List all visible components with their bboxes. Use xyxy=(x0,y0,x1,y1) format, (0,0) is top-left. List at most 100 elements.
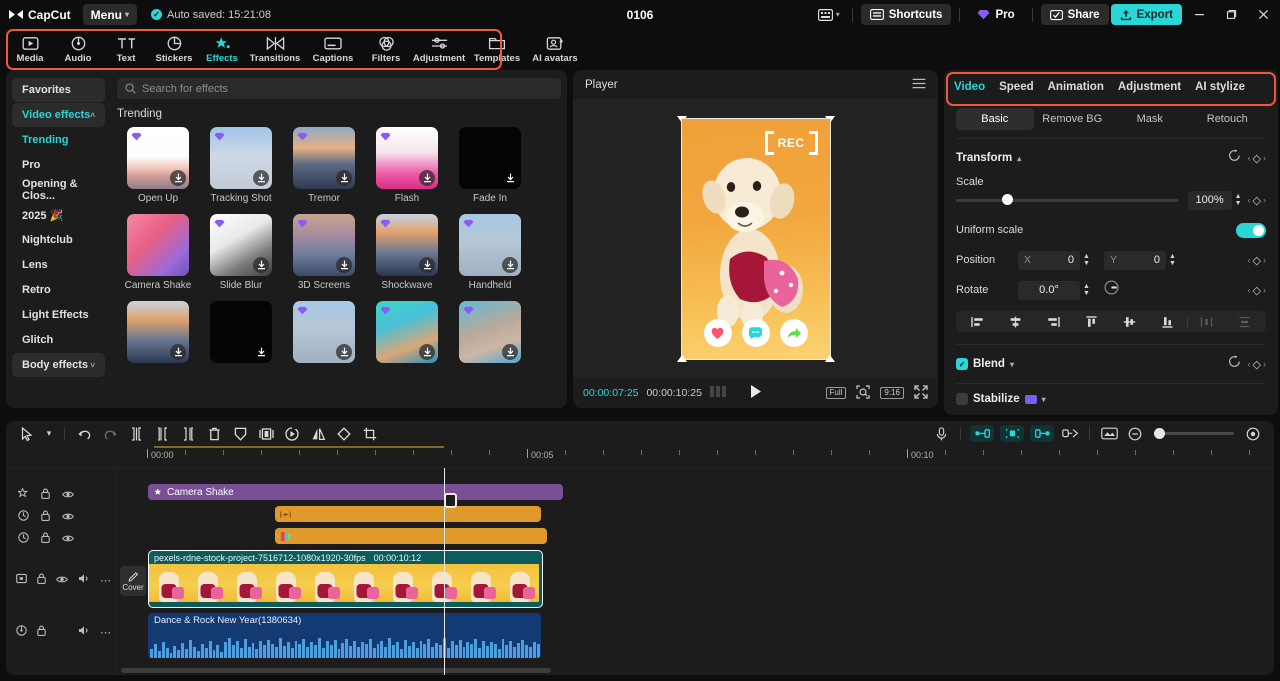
export-button[interactable]: Export xyxy=(1110,4,1182,25)
effect-thumbnail[interactable] xyxy=(459,214,521,276)
zoom-out-icon[interactable] xyxy=(1122,423,1148,445)
selection-handle-bl[interactable] xyxy=(676,355,687,362)
align-top-icon[interactable] xyxy=(1072,315,1110,328)
record-icon[interactable] xyxy=(928,423,954,445)
stabilize-checkbox[interactable] xyxy=(956,393,968,405)
nav-tab-text[interactable]: Text xyxy=(102,31,150,69)
effect-item[interactable] xyxy=(366,301,448,363)
category-favorites[interactable]: Favorites xyxy=(12,78,105,102)
search-input[interactable]: Search for effects xyxy=(117,78,561,99)
scale-slider[interactable] xyxy=(956,194,1178,205)
nav-tab-stickers[interactable]: Stickers xyxy=(150,31,198,69)
timeline-clip-sticker-1[interactable] xyxy=(275,506,541,522)
rotate-keyframe[interactable]: ‹ ◇ › xyxy=(1248,284,1266,297)
subtab-remove-bg[interactable]: Remove BG xyxy=(1034,108,1112,130)
download-icon[interactable] xyxy=(502,344,518,360)
effect-item[interactable]: Shockwave xyxy=(366,214,448,291)
effect-thumbnail[interactable] xyxy=(127,214,189,276)
effect-thumbnail[interactable] xyxy=(210,214,272,276)
download-icon[interactable] xyxy=(502,170,518,186)
redo-icon[interactable] xyxy=(97,423,123,445)
crop-icon[interactable] xyxy=(357,423,383,445)
visibility-icon[interactable] xyxy=(62,508,74,526)
blend-title-group[interactable]: ✓ Blend ▾ xyxy=(956,358,1014,370)
minimize-button[interactable] xyxy=(1184,0,1214,29)
download-icon[interactable] xyxy=(253,170,269,186)
stabilize-title-group[interactable]: Stabilize ▾ xyxy=(956,393,1046,405)
lock-icon[interactable] xyxy=(41,486,50,504)
timeline-clip-audio[interactable]: Dance & Rock New Year(1380634) xyxy=(148,613,541,658)
nav-tab-media[interactable]: Media xyxy=(6,31,54,69)
download-icon[interactable] xyxy=(419,344,435,360)
zoom-slider-knob[interactable] xyxy=(1154,428,1165,439)
zoom-slider[interactable] xyxy=(1154,428,1234,439)
rotate-icon[interactable] xyxy=(331,423,357,445)
tab-speed[interactable]: Speed xyxy=(999,81,1034,93)
nav-tab-transitions[interactable]: Transitions xyxy=(246,31,304,69)
effect-thumbnail[interactable] xyxy=(459,301,521,363)
position-keyframe[interactable]: ‹ ◇ › xyxy=(1248,254,1266,267)
freeze-icon[interactable] xyxy=(227,423,253,445)
split-screen-icon[interactable] xyxy=(253,423,279,445)
nav-tab-filters[interactable]: Filters xyxy=(362,31,410,69)
tab-adjustment[interactable]: Adjustment xyxy=(1118,81,1181,93)
category-body-effects[interactable]: Body effects ˅ xyxy=(12,353,105,377)
visibility-icon[interactable] xyxy=(62,486,74,504)
playhead-knob[interactable] xyxy=(444,493,457,508)
link-break-icon[interactable] xyxy=(1057,423,1083,445)
close-button[interactable] xyxy=(1248,0,1278,29)
delete-icon[interactable] xyxy=(201,423,227,445)
category-glitch[interactable]: Glitch xyxy=(12,328,105,352)
menu-button[interactable]: Menu ▾ xyxy=(82,4,138,25)
scale-value[interactable]: 100% xyxy=(1187,190,1232,210)
rotate-dial-icon[interactable] xyxy=(1104,280,1119,300)
fullscreen-icon[interactable] xyxy=(914,384,928,402)
trim-left-icon[interactable] xyxy=(149,423,175,445)
nav-tab-templates[interactable]: Templates xyxy=(468,31,526,69)
lock-icon[interactable] xyxy=(37,623,46,641)
effect-thumbnail[interactable] xyxy=(127,127,189,189)
effect-item[interactable]: Camera Shake xyxy=(117,214,199,291)
transform-title-group[interactable]: Transform ▴ xyxy=(956,152,1021,164)
effect-thumbnail[interactable] xyxy=(293,214,355,276)
keyframe-next-icon[interactable] xyxy=(1030,425,1054,442)
effect-thumbnail[interactable] xyxy=(376,127,438,189)
category-2025[interactable]: 2025 🎉 xyxy=(12,203,105,227)
effect-thumbnail[interactable] xyxy=(210,301,272,363)
download-icon[interactable] xyxy=(336,170,352,186)
scale-stepper[interactable]: ▲ ▼ xyxy=(1235,193,1242,207)
split-icon[interactable] xyxy=(123,423,149,445)
layout-selector[interactable]: ▾ xyxy=(814,8,844,21)
distribute-h-icon[interactable] xyxy=(1188,316,1226,328)
effect-item[interactable]: Flash xyxy=(366,127,448,204)
timeline-ruler[interactable]: 00:00 00:05 00:10 00:15 xyxy=(6,446,1274,468)
effect-item[interactable]: Fade In xyxy=(449,127,531,204)
effect-thumbnail[interactable] xyxy=(376,301,438,363)
align-center-h-icon[interactable] xyxy=(996,316,1034,328)
effect-thumbnail[interactable] xyxy=(293,127,355,189)
select-tool-icon[interactable] xyxy=(14,423,40,445)
distribute-v-icon[interactable] xyxy=(1226,316,1264,328)
reset-icon[interactable] xyxy=(1228,355,1241,373)
aspect-ratio-button[interactable]: 9:16 xyxy=(880,386,904,400)
timeline-clips-area[interactable]: Cover Camera Shake pexels-rdne-stock-pro… xyxy=(116,468,1274,675)
download-icon[interactable] xyxy=(336,257,352,273)
category-nightclub[interactable]: Nightclub xyxy=(12,228,105,252)
trim-right-icon[interactable] xyxy=(175,423,201,445)
effect-item[interactable] xyxy=(200,301,282,363)
visibility-icon[interactable] xyxy=(62,530,74,548)
effect-thumbnail[interactable] xyxy=(293,301,355,363)
reset-icon[interactable] xyxy=(1228,149,1241,167)
category-trending[interactable]: Trending xyxy=(12,128,105,152)
download-icon[interactable] xyxy=(253,257,269,273)
effect-item[interactable] xyxy=(117,301,199,363)
timeline-scrollbar[interactable] xyxy=(116,668,1270,673)
align-left-icon[interactable] xyxy=(958,316,996,328)
category-opening-closing[interactable]: Opening & Clos... xyxy=(12,178,105,202)
blend-keyframe[interactable]: ‹ ◇ › xyxy=(1248,358,1266,371)
effect-item[interactable] xyxy=(449,301,531,363)
cover-button[interactable]: Cover xyxy=(120,566,146,596)
effect-item[interactable]: Slide Blur xyxy=(200,214,282,291)
effect-item[interactable]: Tracking Shot xyxy=(200,127,282,204)
frame-step-icon[interactable] xyxy=(709,386,728,400)
